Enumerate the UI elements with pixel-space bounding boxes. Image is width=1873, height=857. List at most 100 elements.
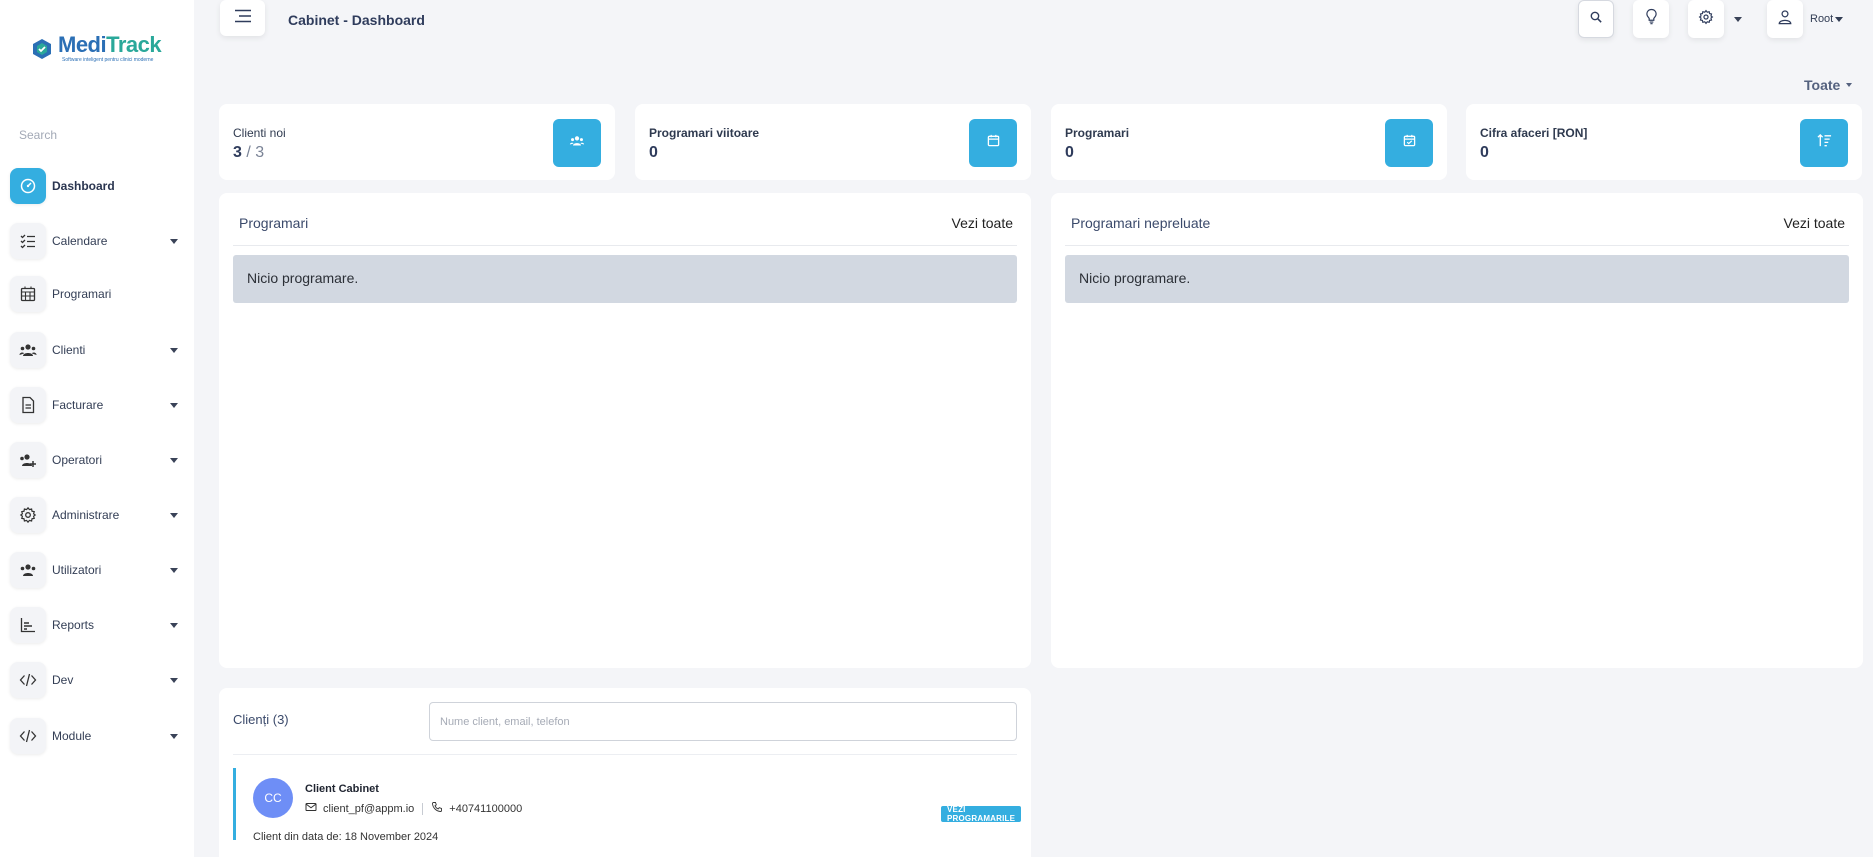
vezi-toate-link[interactable]: Vezi toate: [1784, 215, 1846, 231]
stat-label: Cifra afaceri [RON]: [1480, 126, 1588, 140]
logo-tagline: Software inteligent pentru clinici moder…: [62, 57, 154, 63]
client-phone[interactable]: +40741100000: [449, 803, 522, 815]
sidebar-item-label: Dev: [52, 673, 74, 687]
chevron-down-icon: [170, 733, 178, 739]
logo-name: MediTrack: [58, 32, 162, 57]
search-button[interactable]: [1578, 0, 1614, 38]
stat-button[interactable]: [969, 119, 1017, 167]
divider: [1065, 245, 1849, 246]
client-contact: client_pf@appm.io +40741100000: [305, 801, 522, 816]
list-item[interactable]: CC Client Cabinet client_pf@appm.io +407…: [233, 768, 1022, 843]
sidebar-item-utilizatori[interactable]: Utilizatori: [10, 552, 186, 588]
dashboard-icon: [10, 168, 46, 204]
calendar-grid-icon: [10, 276, 46, 312]
period-filter-label: Toate: [1804, 77, 1841, 93]
view-appointments-button[interactable]: VEZI PROGRAMARILE: [941, 805, 1022, 823]
users-icon: [569, 133, 585, 154]
stat-value: 0: [1065, 144, 1074, 161]
panel-title: Programari nepreluate: [1071, 215, 1211, 231]
search-icon: [1590, 10, 1602, 28]
stat-value: 3 / 3: [233, 144, 265, 161]
chevron-down-icon: [170, 238, 178, 244]
sidebar-item-label: Module: [52, 729, 92, 743]
chevron-down-icon: [170, 512, 178, 518]
stat-label: Programari viitoare: [649, 126, 760, 140]
vezi-toate-link[interactable]: Vezi toate: [952, 215, 1014, 231]
chevron-down-icon: [1835, 16, 1844, 22]
empty-state: Nicio programare.: [233, 255, 1017, 303]
client-email[interactable]: client_pf@appm.io: [323, 803, 414, 815]
phone-icon: [431, 801, 443, 816]
panel-title: Programari: [239, 215, 309, 231]
chevron-down-icon: [170, 457, 178, 463]
users-plus-icon: [10, 442, 46, 478]
programari-panel: Programari Vezi toate Nicio programare.: [219, 193, 1031, 668]
client-name: Client Cabinet: [305, 783, 379, 795]
chevron-down-icon: [170, 347, 178, 353]
chevron-down-icon: [170, 567, 178, 573]
sidebar-item-label: Utilizatori: [52, 563, 102, 577]
user-name: Root: [1810, 13, 1834, 25]
clients-panel: Clienți (3) CC Client Cabinet client_pf@…: [219, 688, 1031, 857]
stat-button[interactable]: [1800, 119, 1848, 167]
empty-state: Nicio programare.: [1065, 255, 1849, 303]
sidebar-item-label: Operatori: [52, 453, 103, 467]
stat-button[interactable]: [1385, 119, 1433, 167]
sidebar-item-programari[interactable]: Programari: [10, 276, 186, 312]
sidebar-item-calendare[interactable]: Calendare: [10, 223, 186, 259]
sidebar-item-reports[interactable]: Reports: [10, 607, 186, 643]
settings-button[interactable]: [1688, 0, 1724, 38]
chevron-down-icon: [1846, 83, 1853, 87]
sidebar-item-label: Facturare: [52, 398, 104, 412]
divider: [233, 754, 1017, 755]
chevron-down-icon: [170, 402, 178, 408]
users-icon: [10, 552, 46, 588]
stat-card-cifra-afaceri: Cifra afaceri [RON] 0: [1466, 104, 1862, 180]
sidebar-item-label: Clienti: [52, 343, 86, 357]
clients-title: Clienți (3): [233, 712, 289, 727]
tips-button[interactable]: [1633, 0, 1669, 38]
divider: [233, 245, 1017, 246]
user-icon: [1777, 9, 1793, 30]
stat-card-clienti-noi: Clienti noi 3 / 3: [219, 104, 615, 180]
sidebar-search[interactable]: Search: [19, 128, 57, 142]
sidebar: MediTrack Software inteligent pentru cli…: [0, 0, 194, 857]
sidebar-item-module[interactable]: Module: [10, 718, 186, 754]
sidebar-item-dashboard[interactable]: Dashboard: [10, 168, 186, 204]
client-search-input[interactable]: [429, 702, 1017, 741]
stat-value: 0: [1480, 144, 1489, 161]
sidebar-item-operatori[interactable]: Operatori: [10, 442, 186, 478]
user-avatar-button[interactable]: [1767, 0, 1803, 38]
logo[interactable]: MediTrack Software inteligent pentru cli…: [30, 32, 162, 63]
stat-card-programari: Programari 0: [1051, 104, 1447, 180]
sort-icon: [1816, 133, 1832, 153]
checklist-icon: [10, 223, 46, 259]
settings-dropdown-icon[interactable]: [1734, 17, 1742, 22]
sidebar-item-administrare[interactable]: Administrare: [10, 497, 186, 533]
sidebar-item-facturare[interactable]: Facturare: [10, 387, 186, 423]
chevron-down-icon: [170, 622, 178, 628]
sidebar-item-label: Programari: [52, 287, 112, 301]
sidebar-item-clienti[interactable]: Clienti: [10, 332, 186, 368]
stat-label: Clienti noi: [233, 126, 286, 140]
sidebar-item-dev[interactable]: Dev: [10, 662, 186, 698]
gear-icon: [1698, 9, 1714, 30]
avatar: CC: [253, 778, 293, 818]
mail-icon: [305, 801, 317, 816]
sidebar-toggle-button[interactable]: [220, 0, 265, 36]
menu-icon: [234, 9, 252, 28]
gear-icon: [10, 497, 46, 533]
stat-card-programari-viitoare: Programari viitoare 0: [635, 104, 1031, 180]
stat-button[interactable]: [553, 119, 601, 167]
sidebar-item-label: Reports: [52, 618, 95, 632]
sidebar-item-label: Dashboard: [52, 179, 115, 193]
user-menu[interactable]: Root: [1810, 13, 1844, 25]
document-icon: [10, 387, 46, 423]
page-title: Cabinet - Dashboard: [288, 12, 425, 28]
client-since: Client din data de: 18 November 2024: [253, 831, 439, 843]
period-filter-dropdown[interactable]: Toate: [1804, 77, 1853, 93]
bar-chart-icon: [10, 607, 46, 643]
code-icon: [10, 662, 46, 698]
code-icon: [10, 718, 46, 754]
divider: [422, 802, 424, 815]
